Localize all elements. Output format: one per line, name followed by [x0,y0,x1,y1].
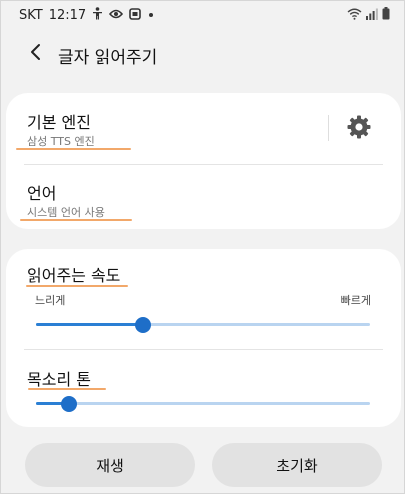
pitch-title: 목소리 톤 [27,370,91,389]
voice-settings-card: 읽어주는 속도 느리게 빠르게 목소리 톤 [6,249,401,427]
gear-icon [346,114,372,144]
card-divider [24,349,383,350]
speech-rate-slider[interactable] [36,316,370,333]
page-title: 글자 읽어주기 [58,48,158,68]
pitch-slider[interactable] [36,395,370,412]
pitch-slider-thumb[interactable] [61,395,78,412]
app-header: 글자 읽어주기 [1,29,404,81]
language-row[interactable]: 언어 시스템 언어 사용 [6,165,401,229]
battery-icon [382,7,390,23]
reset-button[interactable]: 초기화 [212,443,382,487]
carrier-label: SKT [19,7,43,23]
language-subtitle: 시스템 언어 사용 [27,206,105,219]
play-button[interactable]: 재생 [25,443,195,487]
pitch-highlight-underline [28,388,106,390]
engine-title: 기본 엔진 [27,113,91,132]
engine-language-card: 기본 엔진 삼성 TTS 엔진 언어 시스템 언어 사용 [6,93,401,229]
engine-subtitle: 삼성 TTS 엔진 [27,135,95,148]
status-left: SKT 12:17 [19,7,154,23]
speech-rate-min-label: 느리게 [35,294,66,307]
back-button[interactable] [23,41,47,67]
chevron-left-icon [29,43,41,65]
wifi-icon [347,8,362,23]
status-right [347,7,390,23]
language-highlight-underline [20,219,132,221]
signal-icon [366,8,378,23]
engine-settings-divider [328,115,329,141]
dot-icon [149,13,154,17]
speech-rate-max-label: 빠르게 [340,294,371,307]
speech-rate-title: 읽어주는 속도 [27,266,121,285]
engine-highlight-underline [16,148,131,150]
speech-rate-slider-fill [36,323,143,326]
clock: 12:17 [48,7,87,23]
screen-mirror-icon [129,7,141,23]
speech-rate-highlight-underline [26,285,128,287]
person-icon [92,7,103,23]
eye-icon [109,8,124,22]
language-title: 언어 [27,184,57,203]
speech-rate-slider-thumb[interactable] [134,316,151,333]
status-bar: SKT 12:17 [1,1,404,29]
engine-settings-button[interactable] [342,112,376,146]
